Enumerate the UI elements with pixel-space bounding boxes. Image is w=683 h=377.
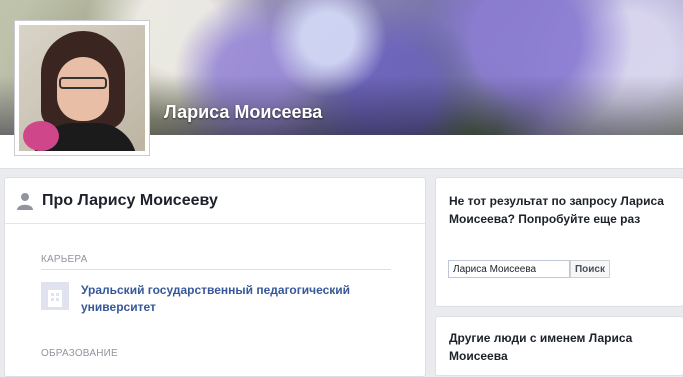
search-suggestion-card: Не тот результат по запросу Лариса Моисе…: [435, 177, 683, 307]
about-header: Про Ларису Моисееву: [5, 178, 425, 224]
person-icon: [17, 192, 33, 210]
about-title: Про Ларису Моисееву: [42, 191, 218, 209]
search-button[interactable]: Поиск: [570, 260, 610, 278]
career-label: КАРЬЕРА: [41, 254, 88, 265]
search-prompt: Не тот результат по запросу Лариса Моисе…: [449, 194, 664, 226]
career-item-link[interactable]: Уральский государственный педагогический…: [81, 282, 381, 316]
workplace-icon: [41, 282, 69, 310]
other-people-card: Другие люди с именем Лариса Моисеева: [435, 316, 683, 376]
profile-picture[interactable]: [14, 20, 150, 156]
avatar: [19, 25, 145, 151]
education-label: ОБРАЗОВАНИЕ: [41, 348, 118, 359]
about-card: Про Ларису Моисееву КАРЬЕРА Уральский го…: [4, 177, 426, 377]
profile-name[interactable]: Лариса Моисеева: [164, 102, 322, 123]
search-input[interactable]: [448, 260, 570, 278]
career-divider: [41, 269, 391, 270]
